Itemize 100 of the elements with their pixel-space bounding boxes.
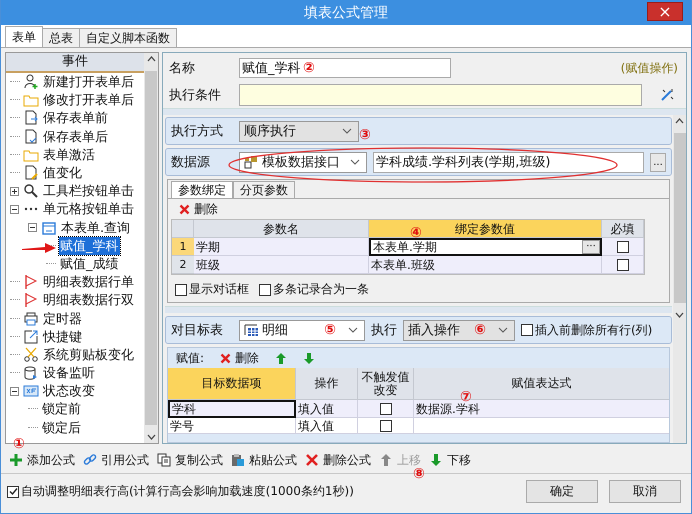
column-header: 操作 <box>296 368 358 400</box>
column-header: 不触发值改变 <box>358 368 414 400</box>
dialog-button[interactable]: 取消 <box>609 480 681 503</box>
field-label: 执行条件 <box>169 87 222 104</box>
tree-item[interactable]: 保存表单前 <box>42 109 109 128</box>
database-icon <box>23 365 39 382</box>
table-cell[interactable]: 学科 <box>168 400 296 418</box>
scrollbar[interactable] <box>144 53 158 443</box>
checkbox[interactable] <box>521 324 533 336</box>
target-table-dropdown[interactable]: 明细 ⑤ <box>239 320 365 340</box>
external-link-icon <box>23 328 39 345</box>
tree-item[interactable]: 明细表数据行双 <box>42 291 135 310</box>
field-label: 执行 <box>371 322 397 339</box>
tree-item[interactable]: 本表单.查询 <box>60 218 132 237</box>
action-button[interactable]: 引用公式 <box>83 452 149 468</box>
tree-item[interactable]: 系统剪贴板变化 <box>42 346 135 364</box>
plus-icon <box>9 453 23 467</box>
annotation-number: ③ <box>359 127 371 143</box>
field-label: 对目标表 <box>171 322 224 339</box>
delete-button[interactable]: 删除 <box>220 350 260 366</box>
table-cell[interactable]: 本表单.班级 <box>369 256 602 274</box>
action-button[interactable]: 添加公式 <box>9 452 75 468</box>
search-icon <box>23 183 39 200</box>
tab[interactable]: 分页参数 <box>233 181 295 198</box>
scroll-up-icon <box>675 118 684 124</box>
field-label: 名称 <box>169 60 196 77</box>
annotation-number: ④ <box>410 225 422 241</box>
dropdown-caret-icon <box>350 159 360 165</box>
tree-item[interactable]: 明细表数据行单 <box>42 273 135 292</box>
tree-item[interactable]: 新建打开表单后 <box>42 73 135 92</box>
ellipsis-button[interactable]: ··· <box>582 240 600 254</box>
tree-item[interactable]: 定时器 <box>42 310 83 328</box>
tree-item[interactable]: 快捷键 <box>42 328 83 346</box>
annotation-number: ② <box>303 60 315 76</box>
link-icon <box>83 453 97 467</box>
tree-item[interactable]: 值变化 <box>42 164 83 182</box>
paste-icon <box>231 453 245 467</box>
tab[interactable]: 表单 <box>5 26 43 47</box>
table-cell[interactable]: 本表单.学期 ··· <box>369 238 602 256</box>
tree-item[interactable]: 单元格按钮单击 <box>42 200 135 218</box>
checkbox[interactable] <box>259 284 271 296</box>
checkbox[interactable] <box>616 258 628 270</box>
toolbar-label: 赋值: <box>176 350 204 366</box>
document-icon <box>23 110 39 126</box>
tree-item[interactable]: 修改打开表单后 <box>42 91 135 110</box>
action-button[interactable]: 下移 <box>429 452 471 468</box>
move-down-button[interactable] <box>303 352 316 364</box>
datasource-field[interactable]: 学科成绩.学科列表(学期,班级) <box>373 152 644 172</box>
tab[interactable]: 自定义脚本函数 <box>79 28 177 47</box>
scissors-icon <box>23 346 39 363</box>
magic-wand-icon <box>660 88 674 102</box>
operation-dropdown[interactable]: 插入操作 ⑥ <box>403 320 515 340</box>
grid-corner <box>172 220 194 238</box>
dialog-button[interactable]: 确定 <box>526 480 598 503</box>
document-icon <box>23 128 39 145</box>
tree-item[interactable]: 工具栏按钮单击 <box>42 182 135 200</box>
condition-field[interactable] <box>239 84 642 106</box>
column-header: 目标数据项 <box>168 368 296 400</box>
action-button[interactable]: 删除公式 <box>305 452 371 468</box>
delete-icon <box>179 204 190 214</box>
tree-item[interactable]: 赋值_学科 <box>59 236 120 255</box>
tree-item[interactable]: 赋值_成绩 <box>59 254 120 273</box>
action-button[interactable]: 复制公式 <box>157 452 223 468</box>
type-note: (赋值操作) <box>620 60 678 76</box>
exec-mode-dropdown[interactable]: 顺序执行 <box>239 120 359 142</box>
tree-item[interactable]: 状态改变 <box>42 382 96 400</box>
table-cell: 填入值 <box>296 400 358 418</box>
table-cell[interactable]: 学号 <box>168 418 296 434</box>
annotation-number: ⑤ <box>324 322 336 338</box>
datasource-type-dropdown[interactable]: 模板数据接口 <box>239 152 367 172</box>
arrow-up-icon <box>379 453 393 467</box>
scrollbar[interactable] <box>673 115 686 443</box>
tree-item[interactable]: 保存表单后 <box>42 128 109 146</box>
tab[interactable]: 总表 <box>42 28 80 47</box>
tree-item[interactable]: 锁定前 <box>41 400 82 418</box>
move-up-button[interactable] <box>275 352 288 364</box>
checkbox[interactable] <box>380 402 392 414</box>
table-cell: 班级 <box>194 256 369 274</box>
table-icon <box>23 383 39 400</box>
action-button[interactable]: 粘贴公式 <box>231 452 297 468</box>
checkbox[interactable] <box>7 486 19 498</box>
checkbox[interactable] <box>175 284 187 296</box>
tab[interactable]: 参数绑定 <box>171 181 233 198</box>
tree-item[interactable]: 表单激活 <box>42 146 96 164</box>
checkbox[interactable] <box>380 420 392 432</box>
table-cell: 填入值 <box>296 418 358 434</box>
row-number: 1 <box>172 238 194 256</box>
user-add-icon <box>23 74 39 90</box>
row-number: 2 <box>172 256 194 274</box>
close-button[interactable]: × <box>647 2 683 21</box>
tree-item[interactable]: 锁定后 <box>41 418 82 437</box>
checkbox[interactable] <box>616 240 628 252</box>
tree-item[interactable]: 设备监听 <box>42 364 96 382</box>
browse-button[interactable]: ... <box>650 152 666 172</box>
delete-button[interactable]: 删除 <box>179 200 218 218</box>
copy-icon <box>157 453 171 467</box>
scroll-up-icon <box>146 56 156 62</box>
window-icon <box>41 220 57 236</box>
dropdown-caret-icon <box>342 128 352 134</box>
arrow-up-icon <box>275 352 288 364</box>
